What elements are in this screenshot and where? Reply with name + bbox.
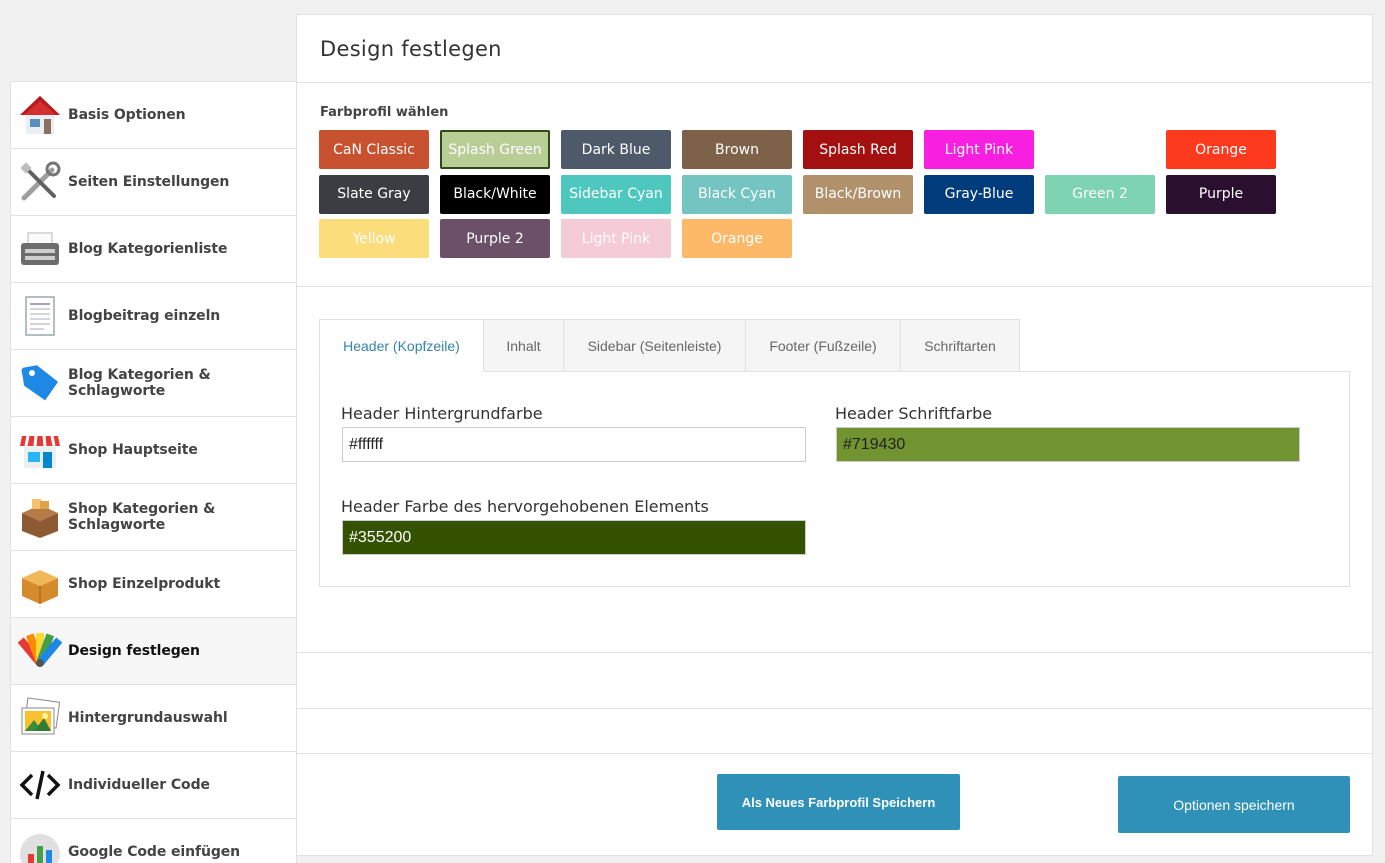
sidebar-item-google-code-einfuegen[interactable]: Google Code einfügen [11, 819, 296, 863]
color-profile-swatch[interactable]: Light Pink [924, 130, 1034, 169]
storefront-icon [17, 427, 63, 473]
tab-footer[interactable]: Footer (Fußzeile) [746, 319, 901, 372]
divider [297, 708, 1372, 709]
color-profile-swatch[interactable]: Sidebar Cyan [561, 174, 671, 214]
save-new-profile-button[interactable]: Als Neues Farbprofil Speichern [717, 774, 960, 830]
color-profile-swatch[interactable]: Gray-Blue [924, 174, 1034, 214]
divider [297, 753, 1372, 754]
images-icon [17, 695, 63, 741]
color-profile-swatch[interactable]: Purple 2 [440, 219, 550, 258]
sidebar: Basis Optionen Seiten Einstellungen Blog… [10, 81, 297, 863]
sidebar-item-label: Individueller Code [68, 777, 210, 793]
sidebar-item-design-festlegen[interactable]: Design festlegen [11, 618, 296, 685]
color-profile-swatch[interactable]: Splash Red [803, 130, 913, 169]
tab-bar: Header (Kopfzeile) Inhalt Sidebar (Seite… [319, 319, 1350, 372]
color-profile-swatch[interactable]: Black/White [440, 174, 550, 214]
color-profile-swatch[interactable]: Brown [682, 130, 792, 169]
sidebar-item-label: Hintergrundauswahl [68, 710, 228, 726]
sidebar-item-label: Blog Kategorienliste [68, 241, 228, 257]
sidebar-item-individueller-code[interactable]: Individueller Code [11, 752, 296, 819]
open-box-icon [17, 494, 63, 540]
sidebar-item-shop-hauptseite[interactable]: Shop Hauptseite [11, 417, 296, 484]
header-highlight-color-input[interactable]: #355200 [342, 520, 806, 555]
tab-inhalt[interactable]: Inhalt [484, 319, 564, 372]
sidebar-item-shop-einzelprodukt[interactable]: Shop Einzelprodukt [11, 551, 296, 618]
tab-header[interactable]: Header (Kopfzeile) [319, 319, 484, 372]
color-profile-swatch[interactable]: Dark Blue [561, 130, 671, 169]
document-icon [17, 293, 63, 339]
sidebar-item-blog-kategorien-schlagworte[interactable]: Blog Kategorien & Schlagworte [11, 350, 296, 417]
color-profile-swatch[interactable]: Splash Green [440, 130, 550, 169]
typewriter-icon [17, 226, 63, 272]
sidebar-item-label: Google Code einfügen [68, 844, 241, 860]
sidebar-item-label: Shop Hauptseite [68, 442, 198, 458]
settings-tabs: Header (Kopfzeile) Inhalt Sidebar (Seite… [319, 319, 1350, 587]
tools-icon [17, 159, 63, 205]
sidebar-item-label: Design festlegen [68, 643, 200, 659]
color-profile-label: Farbprofil wählen [320, 105, 449, 120]
main-panel: Design festlegen Farbprofil wählen CaN C… [296, 14, 1373, 856]
header-font-label: Header Schriftfarbe [835, 404, 993, 423]
header-bg-color-input[interactable]: #ffffff [342, 427, 806, 462]
code-icon [17, 762, 63, 808]
sidebar-item-label: Blogbeitrag einzeln [68, 308, 221, 324]
sidebar-item-shop-kategorien-schlagworte[interactable]: Shop Kategorien & Schlagworte [11, 484, 296, 551]
color-profile-swatch[interactable]: Yellow [319, 219, 429, 258]
sidebar-item-label: Blog Kategorien & Schlagworte [68, 367, 211, 399]
color-profile-swatch[interactable]: Slate Gray [319, 174, 429, 214]
tab-panel-header: Header Hintergrundfarbe #ffffff Header S… [319, 371, 1350, 587]
sidebar-item-label: Seiten Einstellungen [68, 174, 230, 190]
page-title: Design festlegen [297, 15, 1372, 83]
color-profile-swatch[interactable]: Black/Brown [803, 174, 913, 214]
tab-schriftarten[interactable]: Schriftarten [901, 319, 1020, 372]
sidebar-item-blog-kategorienliste[interactable]: Blog Kategorienliste [11, 216, 296, 283]
tab-sidebar[interactable]: Sidebar (Seitenleiste) [564, 319, 746, 372]
color-profile-swatch[interactable]: Green 2 [1045, 174, 1155, 214]
chart-icon [17, 829, 63, 863]
sidebar-item-label: Shop Einzelprodukt [68, 576, 221, 592]
sidebar-item-hintergrundauswahl[interactable]: Hintergrundauswahl [11, 685, 296, 752]
sidebar-item-label: Shop Kategorien & Schlagworte [68, 501, 216, 533]
color-profile-section: Farbprofil wählen CaN Classic Splash Gree… [297, 83, 1372, 287]
box-icon [17, 561, 63, 607]
color-profile-swatch[interactable]: Purple [1166, 174, 1276, 214]
header-highlight-label: Header Farbe des hervorgehobenen Element… [341, 497, 709, 516]
sidebar-item-label: Basis Optionen [68, 107, 186, 123]
save-options-button[interactable]: Optionen speichern [1118, 776, 1350, 833]
house-icon [17, 92, 63, 138]
sidebar-item-seiten-einstellungen[interactable]: Seiten Einstellungen [11, 149, 296, 216]
color-profile-swatch[interactable]: Orange [682, 219, 792, 258]
color-profile-swatch[interactable]: CaN Classic [319, 130, 429, 169]
header-font-color-input[interactable]: #719430 [836, 427, 1300, 462]
color-palette-icon [17, 628, 63, 674]
color-profile-swatch[interactable]: Black Cyan [682, 174, 792, 214]
color-profile-swatch[interactable]: Orange [1166, 130, 1276, 169]
divider [297, 652, 1372, 653]
header-bg-label: Header Hintergrundfarbe [341, 404, 543, 423]
sidebar-item-basis-optionen[interactable]: Basis Optionen [11, 82, 296, 149]
sidebar-item-blogbeitrag-einzeln[interactable]: Blogbeitrag einzeln [11, 283, 296, 350]
tag-icon [17, 360, 63, 406]
color-profile-swatch[interactable]: Light Pink [561, 219, 671, 258]
